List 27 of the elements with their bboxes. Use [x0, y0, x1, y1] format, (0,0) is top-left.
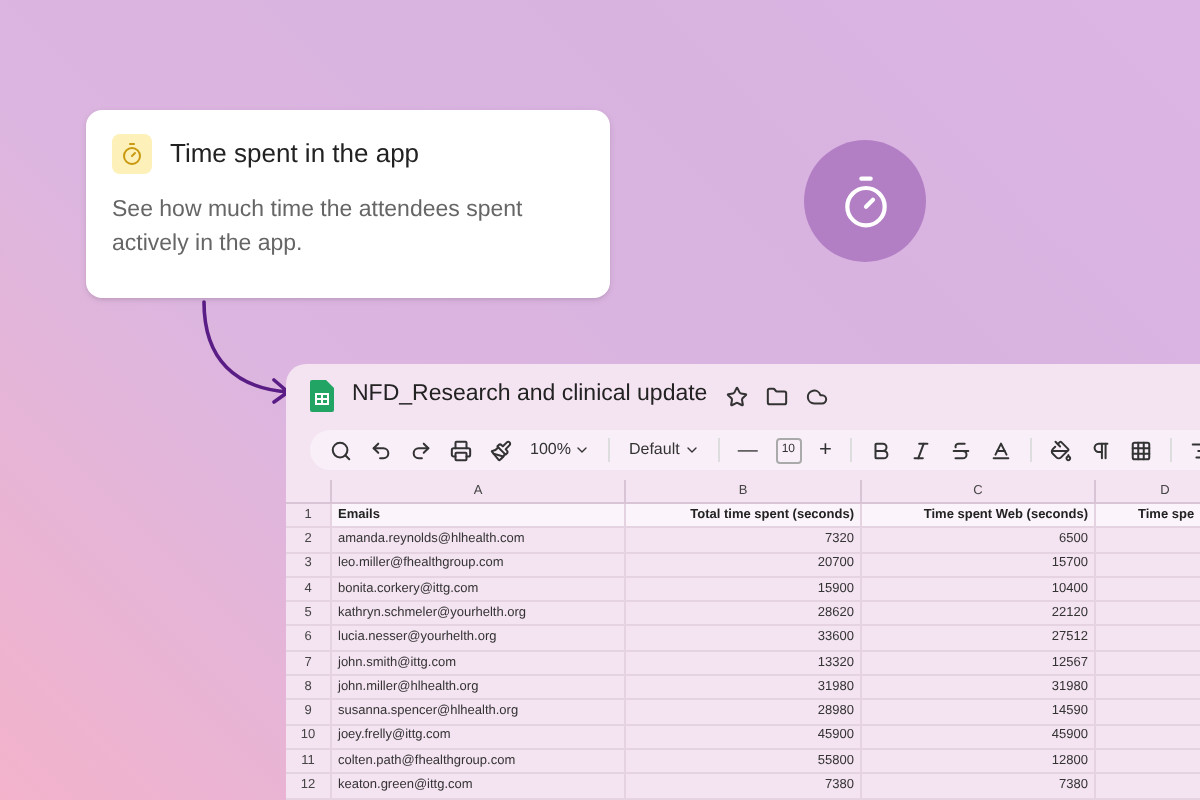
printer-icon[interactable]: [450, 439, 472, 461]
bold-icon[interactable]: [869, 439, 892, 461]
paint-format-icon[interactable]: [490, 439, 512, 461]
cloud-icon[interactable]: [805, 385, 828, 407]
document-title[interactable]: NFD_Research and clinical update: [352, 378, 708, 414]
borders-icon[interactable]: [1129, 439, 1152, 461]
spreadsheet-logo-icon[interactable]: [310, 380, 334, 412]
caret-icon: [683, 442, 700, 458]
card-description: See how much time the attendees spent actively in the app.: [112, 196, 525, 260]
card-title: Time spent in the app: [170, 136, 420, 173]
decrease-size-button[interactable]: —: [737, 435, 758, 465]
caret-icon: [574, 442, 591, 458]
increase-size-button[interactable]: +: [819, 433, 832, 467]
search-icon[interactable]: [330, 439, 352, 461]
star-icon[interactable]: [725, 385, 748, 407]
folder-icon[interactable]: [765, 385, 788, 407]
redo-icon[interactable]: [410, 439, 432, 461]
corner-cell: [286, 480, 332, 504]
text-color-icon[interactable]: [989, 439, 1012, 461]
undo-icon[interactable]: [370, 439, 392, 461]
italic-icon[interactable]: [909, 439, 932, 461]
stopwatch-icon: [112, 134, 152, 174]
font-dropdown[interactable]: Default: [628, 438, 700, 462]
zoom-dropdown[interactable]: 100%: [530, 438, 591, 462]
pilcrow-icon[interactable]: [1089, 439, 1112, 461]
strikethrough-icon[interactable]: [949, 439, 972, 461]
fill-color-icon[interactable]: [1049, 439, 1072, 461]
